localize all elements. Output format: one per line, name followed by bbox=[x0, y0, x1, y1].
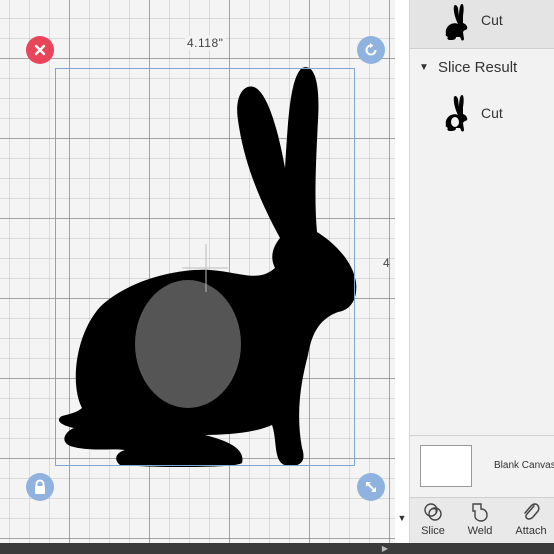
design-canvas[interactable]: 4.118" 4 bbox=[0, 0, 395, 554]
rotate-icon bbox=[365, 43, 377, 56]
lock-icon bbox=[35, 479, 45, 494]
layer-item-cut[interactable]: Cut bbox=[410, 0, 554, 49]
layer-label-sliced: Cut bbox=[481, 105, 503, 121]
slice-label: Slice bbox=[421, 525, 445, 537]
layer-item-cut-sliced[interactable]: Cut bbox=[410, 88, 554, 136]
slice-icon bbox=[424, 503, 442, 521]
close-icon bbox=[34, 44, 46, 56]
resize-handle[interactable] bbox=[357, 473, 385, 501]
weld-button[interactable]: Weld bbox=[458, 501, 502, 543]
rabbit-slice-icon bbox=[445, 95, 468, 132]
caret-down-icon[interactable]: ▼ bbox=[419, 62, 429, 73]
bottom-strip bbox=[0, 543, 554, 554]
weld-icon bbox=[472, 503, 488, 522]
blank-canvas-swatch[interactable] bbox=[420, 445, 472, 487]
rotate-handle[interactable] bbox=[357, 36, 385, 64]
slice-result-group[interactable]: ▼ Slice Result bbox=[410, 52, 554, 82]
attach-label: Attach bbox=[515, 525, 547, 537]
rabbit-silhouette-icon bbox=[445, 4, 468, 41]
blank-canvas-row[interactable]: Blank Canvas bbox=[410, 435, 554, 498]
attach-button[interactable]: Attach bbox=[509, 501, 553, 543]
resize-icon bbox=[366, 482, 376, 492]
bottom-toolbar: Slice Weld Attach bbox=[410, 497, 554, 544]
selection-box[interactable] bbox=[55, 68, 355, 466]
blank-canvas-label: Blank Canvas bbox=[494, 460, 554, 471]
layers-panel: Cut ▼ Slice Result Cut Blank Canvas Slic… bbox=[409, 0, 554, 544]
paperclip-icon bbox=[524, 503, 540, 520]
group-label: Slice Result bbox=[438, 59, 518, 76]
slice-button[interactable]: Slice bbox=[411, 501, 455, 543]
lock-handle[interactable] bbox=[26, 473, 54, 501]
delete-handle[interactable] bbox=[26, 36, 54, 64]
width-dimension: 4.118" bbox=[185, 36, 226, 50]
weld-label: Weld bbox=[467, 525, 493, 537]
layer-label-top: Cut bbox=[481, 12, 503, 28]
scroll-down-arrow[interactable]: ▼ bbox=[395, 510, 409, 526]
scroll-right-arrow[interactable]: ▶ bbox=[380, 543, 390, 554]
height-dimension: 4 bbox=[383, 256, 390, 270]
